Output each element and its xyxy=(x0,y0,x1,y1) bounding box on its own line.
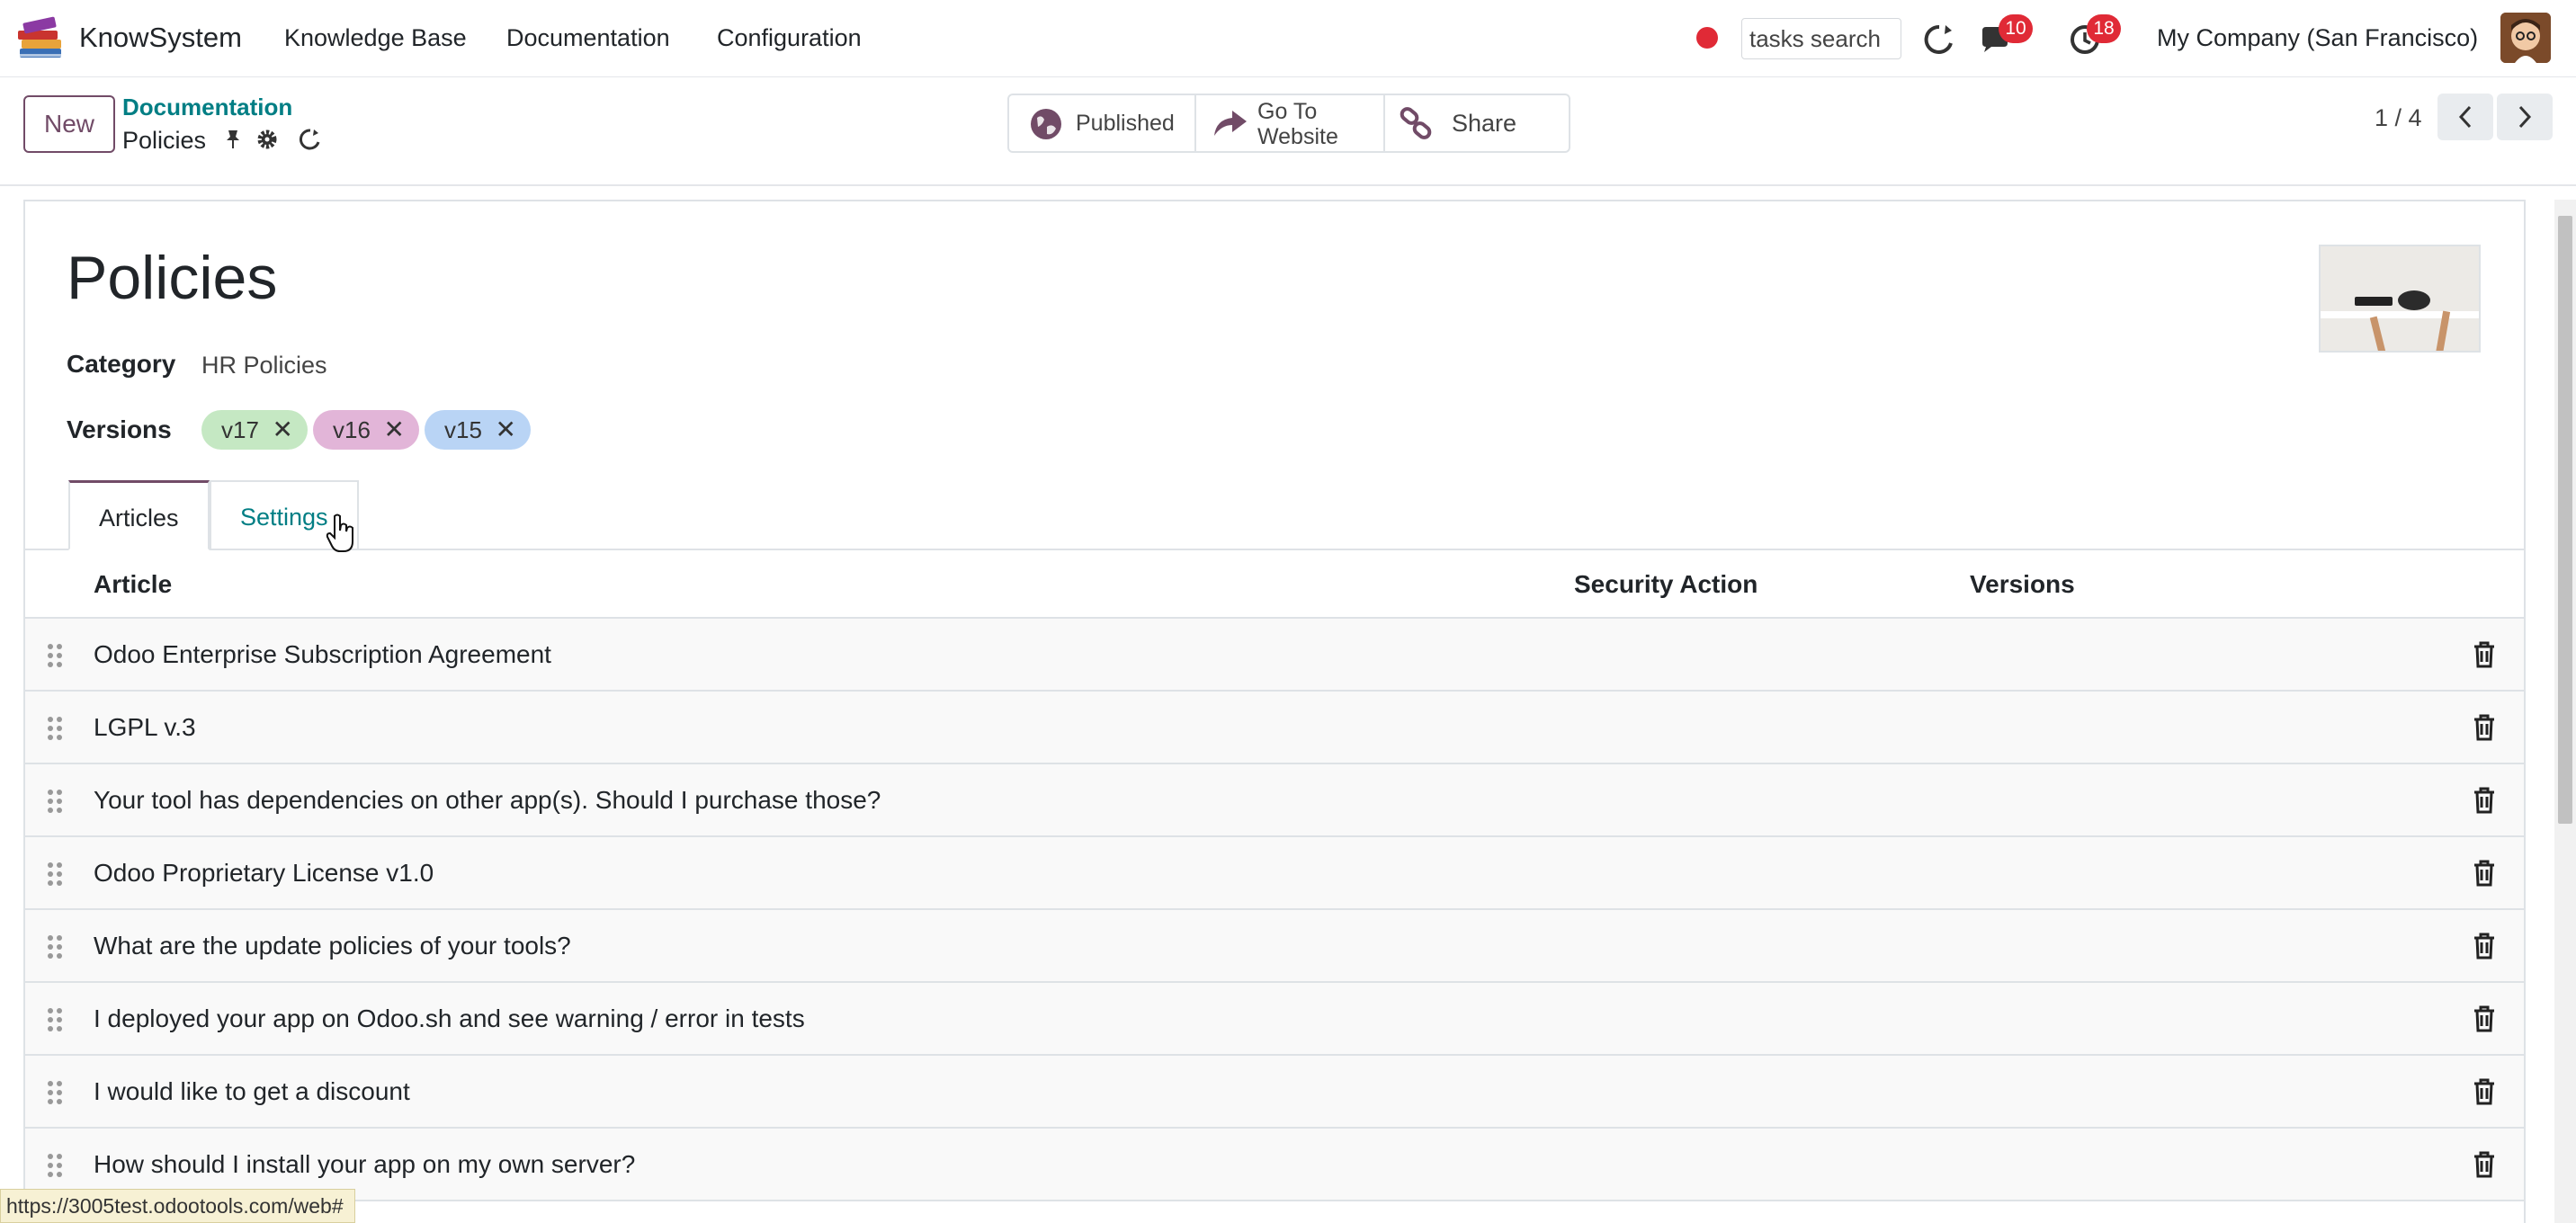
trash-icon[interactable] xyxy=(2472,1077,2497,1106)
category-value[interactable]: HR Policies xyxy=(201,352,327,379)
menu-configuration[interactable]: Configuration xyxy=(717,24,862,52)
article-name[interactable]: I would like to get a discount xyxy=(94,1077,410,1106)
drag-handle-icon[interactable] xyxy=(45,715,65,742)
messages-badge: 10 xyxy=(1999,14,2033,43)
drag-handle-icon[interactable] xyxy=(45,788,65,815)
tag-v15: v15 ✕ xyxy=(425,410,531,450)
drag-handle-icon[interactable] xyxy=(45,1006,65,1033)
company-switcher[interactable]: My Company (San Francisco) xyxy=(2157,24,2478,52)
trash-icon[interactable] xyxy=(2472,1004,2497,1033)
breadcrumb-parent[interactable]: Documentation xyxy=(122,94,292,121)
pin-icon[interactable] xyxy=(221,128,245,151)
app-name[interactable]: KnowSystem xyxy=(79,22,242,54)
tag-v15-remove-icon[interactable]: ✕ xyxy=(496,410,516,450)
column-security-action[interactable]: Security Action xyxy=(1574,570,1758,599)
new-button[interactable]: New xyxy=(23,95,115,153)
globe-icon xyxy=(1031,109,1061,139)
published-label: Published xyxy=(1076,111,1175,136)
tag-v16-label: v16 xyxy=(333,416,371,443)
table-row[interactable]: I would like to get a discount xyxy=(25,1056,2524,1129)
trash-icon[interactable] xyxy=(2472,1150,2497,1179)
chevron-right-icon xyxy=(2518,105,2532,129)
avatar-face-icon xyxy=(2500,13,2551,63)
go-to-website-label: Go To Website xyxy=(1257,99,1338,149)
tab-articles[interactable]: Articles xyxy=(68,480,210,550)
menu-knowledge-base[interactable]: Knowledge Base xyxy=(284,24,467,52)
article-name[interactable]: What are the update policies of your too… xyxy=(94,932,571,960)
pager-next-button[interactable] xyxy=(2497,94,2553,140)
share-label: Share xyxy=(1452,110,1517,137)
drag-handle-icon[interactable] xyxy=(45,933,65,960)
discard-refresh-icon[interactable] xyxy=(299,128,322,151)
table-row[interactable]: LGPL v.3 xyxy=(25,692,2524,764)
column-article[interactable]: Article xyxy=(94,570,172,599)
table-row[interactable]: Your tool has dependencies on other app(… xyxy=(25,764,2524,837)
status-url: https://3005test.odootools.com/web# xyxy=(0,1189,355,1223)
chevron-left-icon xyxy=(2458,105,2472,129)
table-row[interactable]: Odoo Enterprise Subscription Agreement xyxy=(25,619,2524,692)
record-title[interactable]: Policies xyxy=(67,243,277,313)
article-name[interactable]: I deployed your app on Odoo.sh and see w… xyxy=(94,1004,805,1033)
tag-v16: v16 ✕ xyxy=(313,410,419,450)
pager-value[interactable]: 1 / 4 xyxy=(2375,104,2422,132)
versions-label: Versions xyxy=(67,415,172,443)
column-versions[interactable]: Versions xyxy=(1970,570,2075,599)
link-icon xyxy=(1400,107,1432,139)
hand-cursor-icon xyxy=(326,513,353,552)
trash-icon[interactable] xyxy=(2472,713,2497,742)
activities-badge: 18 xyxy=(2087,14,2121,43)
share-button[interactable]: Share xyxy=(1385,95,1569,151)
recording-indicator[interactable] xyxy=(1696,27,1718,49)
tag-v17-label: v17 xyxy=(221,416,259,443)
table-row[interactable]: I deployed your app on Odoo.sh and see w… xyxy=(25,983,2524,1056)
article-name[interactable]: Odoo Proprietary License v1.0 xyxy=(94,859,434,888)
article-name[interactable]: How should I install your app on my own … xyxy=(94,1150,635,1179)
table-row[interactable]: How should I install your app on my own … xyxy=(25,1129,2524,1201)
article-name[interactable]: LGPL v.3 xyxy=(94,713,196,742)
tag-v17: v17 ✕ xyxy=(201,410,308,450)
menu-documentation[interactable]: Documentation xyxy=(506,24,670,52)
website-line: Website xyxy=(1257,124,1338,149)
trash-icon[interactable] xyxy=(2472,640,2497,669)
table-row[interactable]: Odoo Proprietary License v1.0 xyxy=(25,837,2524,910)
article-name[interactable]: Your tool has dependencies on other app(… xyxy=(94,786,881,815)
breadcrumb-current: Policies xyxy=(122,127,207,154)
tag-v17-remove-icon[interactable]: ✕ xyxy=(273,410,293,450)
tasks-search-input[interactable] xyxy=(1741,18,1901,59)
record-image[interactable] xyxy=(2319,245,2481,353)
pager-previous-button[interactable] xyxy=(2437,94,2493,140)
table-row[interactable]: What are the update policies of your too… xyxy=(25,910,2524,983)
trash-icon[interactable] xyxy=(2472,786,2497,815)
drag-handle-icon[interactable] xyxy=(45,1079,65,1106)
article-name[interactable]: Odoo Enterprise Subscription Agreement xyxy=(94,640,551,669)
control-panel-divider xyxy=(0,184,2576,186)
books-logo-icon[interactable] xyxy=(14,13,67,65)
go-to-line: Go To xyxy=(1257,99,1318,124)
gear-icon[interactable] xyxy=(255,128,279,151)
tabs-baseline xyxy=(25,549,2524,550)
drag-handle-icon[interactable] xyxy=(45,642,65,669)
tag-v15-label: v15 xyxy=(444,416,482,443)
desk-photo-icon xyxy=(2321,246,2479,351)
drag-handle-icon[interactable] xyxy=(45,1152,65,1179)
refresh-icon[interactable] xyxy=(1921,22,1957,58)
tag-v16-remove-icon[interactable]: ✕ xyxy=(384,410,405,450)
go-to-website-button[interactable]: Go To Website xyxy=(1196,95,1385,151)
category-label: Category xyxy=(67,350,176,378)
drag-handle-icon[interactable] xyxy=(45,861,65,888)
user-avatar[interactable] xyxy=(2500,13,2551,63)
share-arrow-icon xyxy=(1214,111,1247,136)
published-button[interactable]: Published xyxy=(1009,95,1196,151)
top-navbar: KnowSystem Knowledge Base Documentation … xyxy=(0,0,2576,77)
trash-icon[interactable] xyxy=(2472,932,2497,960)
smart-buttons: Published Go To Website Share xyxy=(1007,94,1570,153)
scrollbar-thumb[interactable] xyxy=(2558,216,2572,824)
trash-icon[interactable] xyxy=(2472,859,2497,888)
